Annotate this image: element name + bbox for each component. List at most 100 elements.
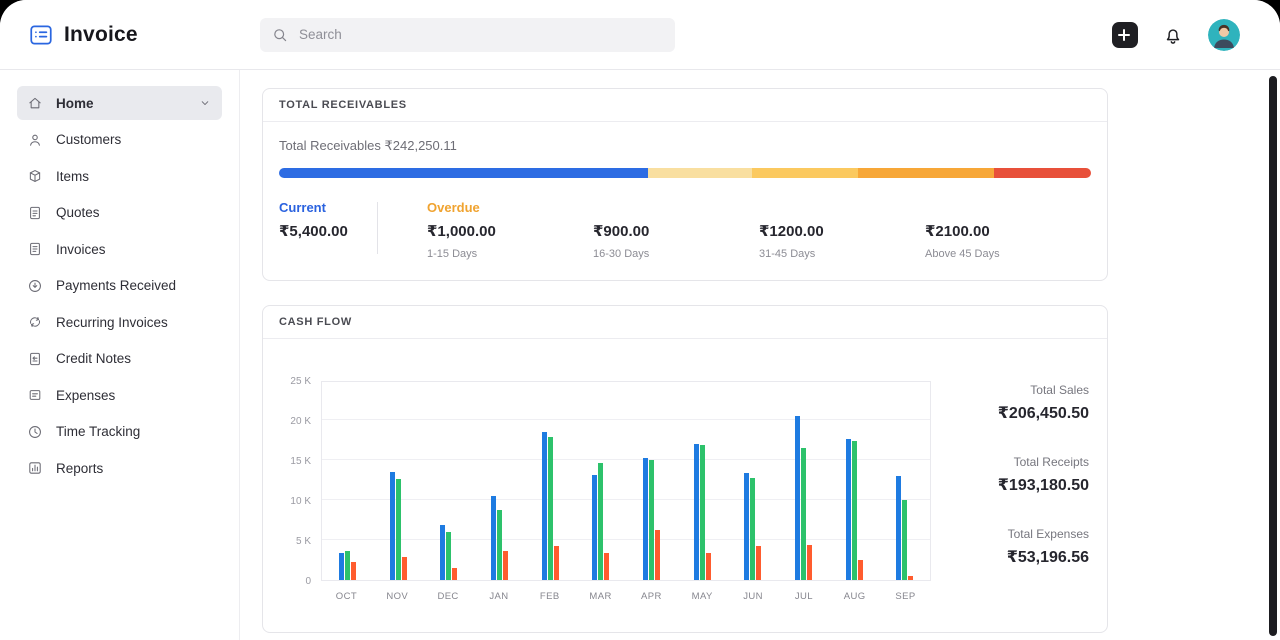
- cash-flow-body: 25 K20 K15 K10 K5 K0 OCTNOVDECJANFEBMARA…: [263, 339, 1107, 632]
- bar-receipts: [345, 551, 350, 580]
- bar-sales: [744, 473, 749, 580]
- overdue-amount: ₹1200.00: [759, 222, 925, 240]
- customers-icon: [27, 132, 43, 148]
- total-receivables-card: TOTAL RECEIVABLES Total Receivables ₹242…: [262, 88, 1108, 281]
- y-axis-tick: 20 K: [290, 416, 311, 427]
- sidebar-item-label: Reports: [56, 461, 103, 476]
- bar-groups: [322, 382, 930, 580]
- bar-receipts: [649, 460, 654, 580]
- bar-sales: [542, 432, 547, 580]
- sidebar-item-recurring-invoices[interactable]: Recurring Invoices: [17, 305, 222, 339]
- credit-notes-icon: [27, 351, 43, 367]
- bar-group-feb: [525, 382, 576, 580]
- sidebar-item-invoices[interactable]: Invoices: [17, 232, 222, 266]
- bar-expenses: [402, 557, 407, 580]
- bar-expenses: [908, 576, 913, 580]
- stat-value: ₹193,180.50: [931, 475, 1089, 495]
- bar-group-dec: [423, 382, 474, 580]
- bar-receipts: [801, 448, 806, 580]
- x-axis-label: OCT: [321, 591, 372, 602]
- sidebar-item-label: Payments Received: [56, 278, 176, 293]
- topbar-actions: [1112, 19, 1240, 51]
- sidebar-item-items[interactable]: Items: [17, 159, 222, 193]
- bar-group-oct: [322, 382, 373, 580]
- avatar[interactable]: [1208, 19, 1240, 51]
- app-logo[interactable]: Invoice: [28, 22, 240, 48]
- overdue-period: 1-15 Days: [427, 248, 593, 260]
- search-bar[interactable]: [260, 18, 675, 52]
- sidebar-item-label: Items: [56, 169, 89, 184]
- plot-column: OCTNOVDECJANFEBMARAPRMAYJUNJULAUGSEP: [321, 381, 931, 602]
- sidebar-item-customers[interactable]: Customers: [17, 123, 222, 157]
- bar-expenses: [706, 553, 711, 580]
- chevron-down-icon: [198, 96, 212, 110]
- bar-sales: [694, 444, 699, 580]
- overdue-bucket: ₹900.0016-30 Days: [593, 222, 759, 260]
- cashflow-stat: Total Sales ₹206,450.50: [931, 383, 1089, 423]
- sidebar-item-quotes[interactable]: Quotes: [17, 196, 222, 230]
- search-icon: [272, 27, 288, 43]
- receivables-breakdown: Current ₹5,400.00 Overdue ₹1,000.001-15 …: [279, 200, 1091, 260]
- plot-area: [321, 381, 931, 581]
- x-axis: OCTNOVDECJANFEBMARAPRMAYJUNJULAUGSEP: [321, 591, 931, 602]
- stat-value: ₹206,450.50: [931, 403, 1089, 423]
- bar-group-aug: [829, 382, 880, 580]
- bar-expenses: [604, 553, 609, 580]
- cashflow-stat: Total Expenses₹53,196.56: [931, 527, 1089, 567]
- bar-expenses: [807, 545, 812, 580]
- bar-expenses: [756, 546, 761, 580]
- x-axis-label: FEB: [524, 591, 575, 602]
- overdue-bucket: ₹1200.00 31-45 Days: [759, 222, 925, 260]
- x-axis-label: SEP: [880, 591, 931, 602]
- cash-flow-chart: 25 K20 K15 K10 K5 K0 OCTNOVDECJANFEBMARA…: [279, 381, 931, 602]
- overdue-amount: ₹900.00: [593, 222, 759, 240]
- sidebar-item-label: Credit Notes: [56, 351, 131, 366]
- overdue-amount: ₹2100.00: [925, 222, 1091, 240]
- bar-group-jan: [474, 382, 525, 580]
- x-axis-label: APR: [626, 591, 677, 602]
- quotes-icon: [27, 205, 43, 221]
- bar-expenses: [554, 546, 559, 580]
- bar-group-nov: [373, 382, 424, 580]
- reports-icon: [27, 460, 43, 476]
- x-axis-label: MAY: [677, 591, 728, 602]
- sidebar-item-credit-notes[interactable]: Credit Notes: [17, 342, 222, 376]
- bar-receipts: [497, 510, 502, 580]
- bar-sales: [491, 496, 496, 580]
- current-receivables: Current ₹5,400.00: [279, 200, 367, 260]
- overdue-bucket: ₹2100.00Above 45 Days: [925, 222, 1091, 260]
- scrollbar[interactable]: [1269, 76, 1277, 636]
- sidebar-item-label: Home: [56, 96, 94, 111]
- sidebar-item-label: Invoices: [56, 242, 106, 257]
- bar-receipts: [902, 500, 907, 580]
- stat-label: Total Sales: [931, 383, 1089, 397]
- sidebar: Home Customers Items Quotes Invoices Payments…: [0, 70, 240, 640]
- add-new-button[interactable]: [1112, 22, 1138, 48]
- current-amount: ₹5,400.00: [279, 222, 367, 240]
- bell-icon[interactable]: [1162, 24, 1184, 46]
- sidebar-item-label: Time Tracking: [56, 424, 140, 439]
- stat-label: Total Expenses: [931, 527, 1089, 541]
- search-input[interactable]: [297, 26, 663, 43]
- bar-sales: [896, 476, 901, 580]
- home-icon: [27, 95, 43, 111]
- receivables-card-title: TOTAL RECEIVABLES: [263, 89, 1107, 122]
- y-axis-tick: 25 K: [290, 376, 311, 387]
- cash-flow-card: CASH FLOW 25 K20 K15 K10 K5 K0 OCTNOVDEC…: [262, 305, 1108, 633]
- sidebar-item-label: Quotes: [56, 205, 100, 220]
- expenses-icon: [27, 387, 43, 403]
- invoice-logo-icon: [28, 22, 54, 48]
- receivables-progress-bar: [279, 168, 1091, 178]
- x-axis-label: AUG: [829, 591, 880, 602]
- sidebar-item-reports[interactable]: Reports: [17, 451, 222, 485]
- bar-group-may: [677, 382, 728, 580]
- bar-expenses: [351, 562, 356, 580]
- sidebar-item-payments-received[interactable]: Payments Received: [17, 269, 222, 303]
- sidebar-item-time-tracking[interactable]: Time Tracking: [17, 415, 222, 449]
- time-icon: [27, 424, 43, 440]
- overdue-bucket: ₹1,000.001-15 Days: [427, 222, 593, 260]
- sidebar-item-home[interactable]: Home: [17, 86, 222, 120]
- sidebar-item-expenses[interactable]: Expenses: [17, 378, 222, 412]
- overdue-period: 31-45 Days: [759, 248, 925, 260]
- y-axis-tick: 5 K: [296, 536, 311, 547]
